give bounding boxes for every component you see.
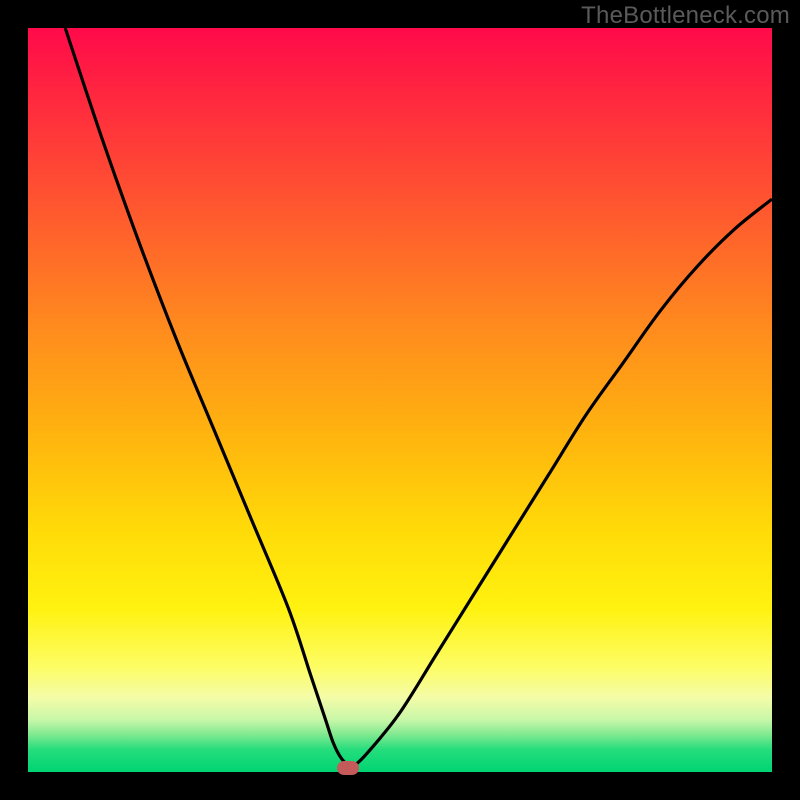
minimum-marker bbox=[337, 761, 359, 775]
chart-frame: TheBottleneck.com bbox=[0, 0, 800, 800]
plot-area bbox=[28, 28, 772, 772]
bottleneck-curve-path bbox=[65, 28, 772, 766]
curve-svg bbox=[28, 28, 772, 772]
watermark-text: TheBottleneck.com bbox=[581, 2, 790, 30]
